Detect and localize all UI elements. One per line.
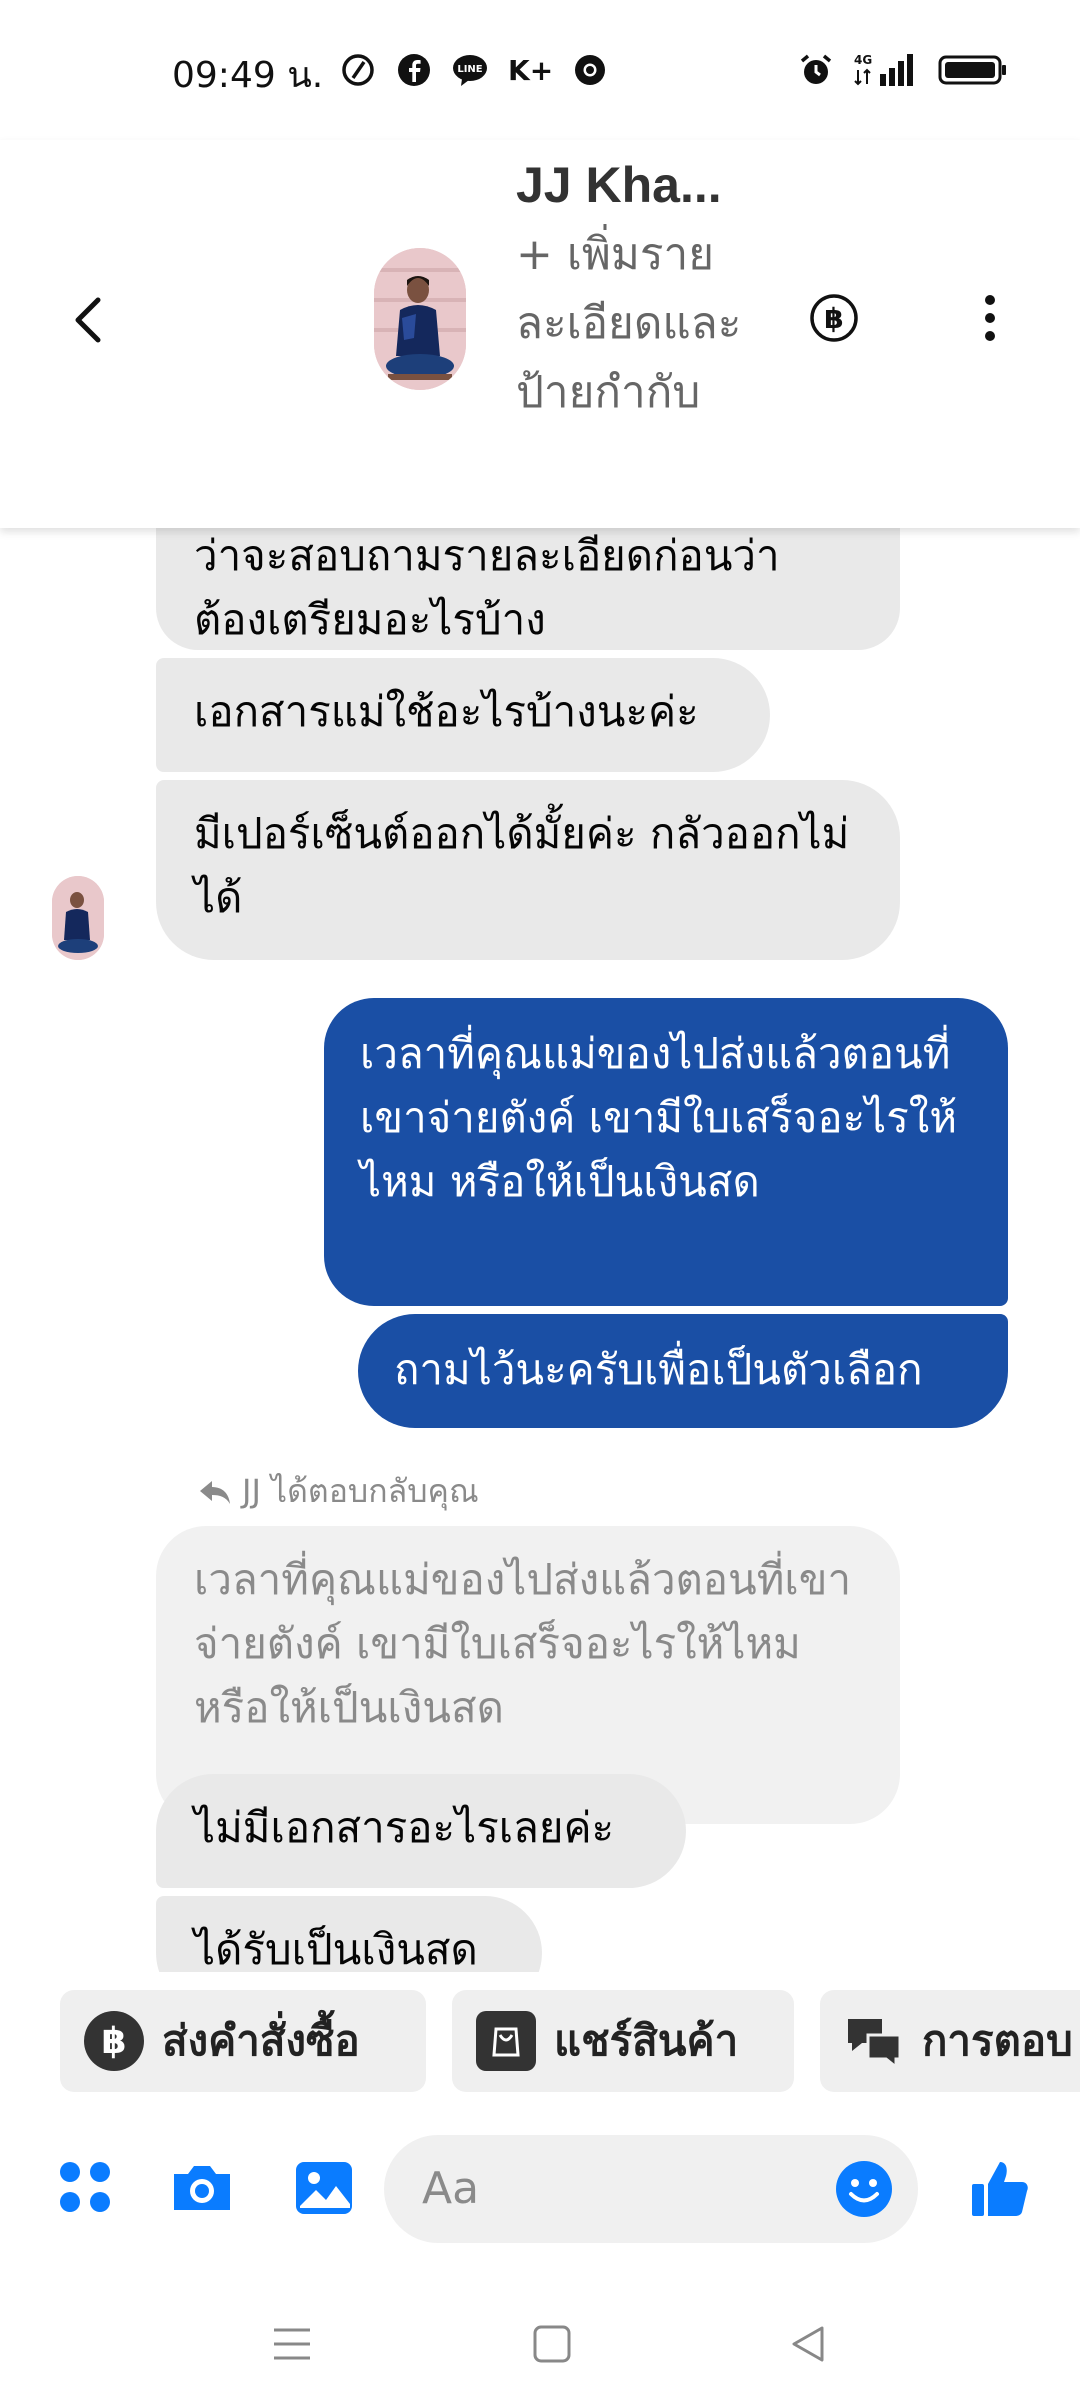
contact-avatar[interactable] [374, 248, 466, 390]
chat-bubbles-icon [844, 2011, 904, 2071]
play-circle-icon [340, 52, 376, 88]
shopping-bag-icon [476, 2011, 536, 2071]
chevron-left-icon [75, 297, 101, 343]
system-back-button[interactable] [782, 2318, 834, 2370]
emoji-icon[interactable] [834, 2159, 894, 2219]
system-navigation-bar [0, 2300, 1080, 2400]
like-button[interactable] [968, 2156, 1032, 2220]
message-outgoing[interactable]: ถามไว้นะครับเพื่อเป็นตัวเลือก [358, 1314, 1008, 1428]
quick-actions-bar: ฿ ส่งคำสั่งซื้อ แชร์สินค้า การตอบ [0, 1990, 1080, 2094]
message-incoming[interactable]: ไม่มีเอกสารอะไรเลยค่ะ [156, 1774, 686, 1888]
payment-button[interactable]: ฿ [808, 292, 860, 344]
svg-text:LINE: LINE [457, 64, 482, 75]
message-text: มีเปอร์เซ็นต์ออกได้มั้ยค่ะ กลัวออกไม่ได้ [194, 809, 850, 922]
signal-4g-icon: 4G [854, 52, 918, 88]
menu-lines-icon [274, 2328, 310, 2360]
grid-dots-icon [60, 2162, 110, 2212]
message-outgoing[interactable]: เวลาที่คุณแม่ของไปส่งแล้วตอนที่เขาจ่ายตั… [324, 998, 1008, 1306]
message-incoming[interactable]: มีเปอร์เซ็นต์ออกได้มั้ยค่ะ กลัวออกไม่ได้ [156, 780, 900, 960]
svg-text:฿: ฿ [824, 302, 843, 335]
message-text: ได้รับเป็นเงินสด [194, 1925, 478, 1972]
message-composer: Aa [0, 2130, 1080, 2250]
chrome-icon [572, 52, 608, 88]
apps-menu-button[interactable] [54, 2156, 118, 2220]
home-button[interactable] [526, 2318, 578, 2370]
system-status-icons: 4G [798, 52, 1008, 88]
message-text: ว่าจะสอบถามรายละเอียดก่อนว่า ต้องเตรียมอ… [194, 531, 780, 644]
facebook-icon [396, 52, 432, 88]
message-text: เวลาที่คุณแม่ของไปส่งแล้วตอนที่เขาจ่ายตั… [360, 1029, 958, 1206]
message-text: ไม่มีเอกสารอะไรเลยค่ะ [194, 1803, 615, 1852]
replies-button[interactable]: การตอบ [820, 1990, 1080, 2092]
status-bar: 09:49 น. LINE K+ 4G [0, 0, 1080, 140]
message-incoming[interactable]: เอกสารแม่ใช้อะไรบ้างนะค่ะ [156, 658, 770, 772]
message-incoming[interactable]: ได้รับเป็นเงินสด [156, 1896, 542, 1972]
message-list[interactable]: ว่าจะสอบถามรายละเอียดก่อนว่า ต้องเตรียมอ… [0, 528, 1080, 1972]
battery-icon [938, 52, 1008, 88]
message-input[interactable]: Aa [384, 2135, 918, 2243]
message-incoming[interactable]: ว่าจะสอบถามรายละเอียดก่อนว่า ต้องเตรียมอ… [156, 528, 900, 650]
back-button[interactable] [62, 290, 112, 350]
camera-icon [174, 2166, 230, 2210]
replies-label: การตอบ [922, 2016, 1073, 2065]
send-order-label: ส่งคำสั่งซื้อ [162, 2016, 360, 2065]
reply-label: JJ ได้ตอบกลับคุณ [242, 1472, 479, 1510]
triangle-back-icon [792, 2326, 824, 2362]
message-input-placeholder: Aa [422, 2163, 480, 2214]
reply-indicator: JJ ได้ตอบกลับคุณ [198, 1466, 479, 1517]
thumbs-up-icon [972, 2162, 1028, 2216]
message-text: เอกสารแม่ใช้อะไรบ้างนะค่ะ [194, 687, 699, 736]
image-icon [296, 2162, 352, 2214]
notification-icons: LINE K+ [340, 52, 608, 88]
conversation-header: JJ Kha... + เพิ่มรายละเอียดและป้ายกำกับ … [0, 140, 1080, 528]
gallery-button[interactable] [292, 2156, 356, 2220]
svg-text:4G: 4G [854, 53, 872, 67]
alarm-icon [798, 52, 834, 88]
baht-icon: ฿ [810, 294, 858, 342]
reply-arrow-icon [200, 1480, 230, 1504]
camera-button[interactable] [170, 2156, 234, 2220]
square-icon [533, 2325, 571, 2363]
sender-avatar[interactable] [52, 876, 104, 960]
send-order-button[interactable]: ฿ ส่งคำสั่งซื้อ [60, 1990, 426, 2092]
line-app-icon: LINE [452, 52, 488, 88]
add-details-link[interactable]: + เพิ่มรายละเอียดและป้ายกำกับ [516, 220, 766, 427]
status-time: 09:49 น. [172, 55, 324, 96]
more-options-button[interactable] [978, 288, 1002, 348]
message-text: ถามไว้นะครับเพื่อเป็นตัวเลือก [394, 1345, 923, 1394]
kplus-icon: K+ [508, 52, 552, 88]
share-product-label: แชร์สินค้า [554, 2016, 739, 2065]
svg-text:K+: K+ [508, 54, 552, 87]
more-vertical-icon [985, 295, 995, 341]
share-product-button[interactable]: แชร์สินค้า [452, 1990, 794, 2092]
baht-icon: ฿ [84, 2011, 144, 2071]
contact-name[interactable]: JJ Kha... [516, 156, 722, 214]
quoted-text: เวลาที่คุณแม่ของไปส่งแล้วตอนที่เขาจ่ายตั… [194, 1555, 852, 1732]
recent-apps-button[interactable] [266, 2318, 318, 2370]
